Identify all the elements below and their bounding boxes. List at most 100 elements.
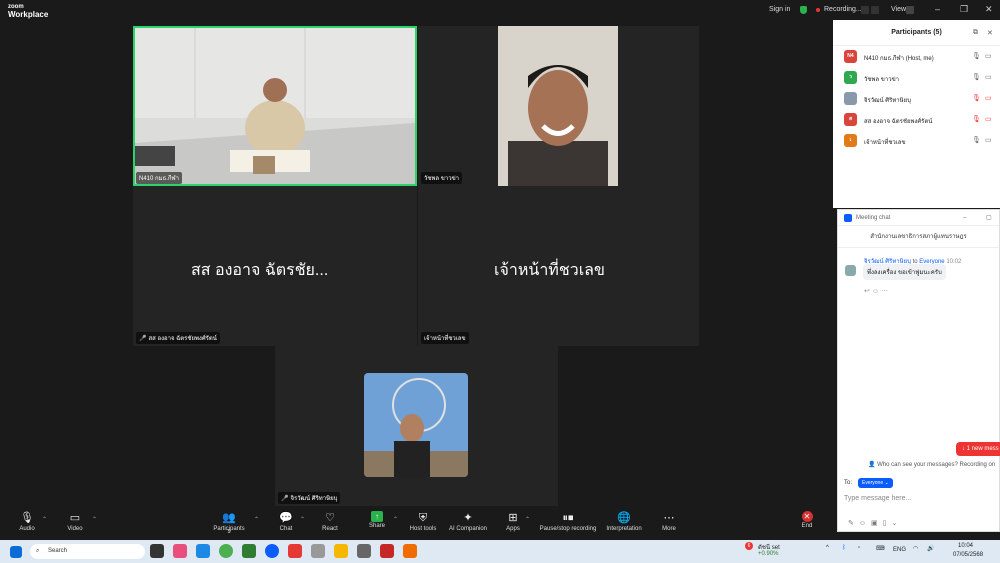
taskbar-search[interactable]: ⌕ Search [30, 544, 145, 559]
format-icon[interactable]: ✎ [848, 520, 859, 527]
file-explorer-icon[interactable] [334, 544, 348, 558]
participant-name: วัชพล ขาวข่า [864, 77, 900, 83]
usb-icon[interactable]: ▫ [858, 545, 860, 551]
clock-time[interactable]: 10:04 [958, 543, 973, 549]
video-camera-icon[interactable]: ▭ [985, 136, 992, 144]
video-tile-2[interactable]: วัชพล ขาวข่า [418, 26, 699, 186]
pause-recording-icon[interactable] [861, 6, 869, 14]
chat-input-tools: ✎☺▣▯⌄ [848, 519, 902, 527]
video-tile-host[interactable]: N410 กมธ.กีฬา [133, 26, 417, 186]
participant-name: N410 กมธ.กีฬา (Host, me) [864, 56, 934, 62]
participant-avatar [844, 92, 857, 105]
popout-icon[interactable]: ⧉ [973, 29, 978, 37]
line-icon[interactable] [242, 544, 256, 558]
microphone-icon[interactable]: 🎙 [972, 136, 981, 144]
video-tile-4[interactable]: เจ้าหน้าที่ชวเลข เจ้าหน้าที่ชวเลข [418, 186, 699, 346]
view-grid-icon[interactable] [906, 6, 914, 14]
apps-grid-icon: ⊞ [508, 512, 518, 524]
apps-options-chevron-icon[interactable]: ⌃ [525, 516, 530, 523]
sender-avatar [845, 265, 856, 276]
video-tile-3[interactable]: สส องอาจ ฉัตรชัย... 🎤 สส องอาจ ฉัตรชัยพงศ… [133, 186, 417, 346]
sign-in-link[interactable]: Sign in [769, 6, 790, 13]
participant-row[interactable]: N4 N410 กมธ.กีฬา (Host, me) 🎙 ▭ [833, 46, 1000, 67]
end-meeting-button[interactable]: ✕ End [777, 511, 837, 529]
edge-icon[interactable] [196, 544, 210, 558]
to-label: To: [844, 480, 853, 486]
mic-muted-icon[interactable]: 🎙 [972, 94, 981, 102]
chat-maximize-icon[interactable]: ▢ [986, 210, 992, 226]
zoom-icon[interactable] [265, 544, 279, 558]
microphone-icon: 🎙 [20, 512, 34, 524]
who-can-see-notice[interactable]: 👤 Who can see your messages? Recording o… [868, 461, 995, 468]
tile-name-host: N410 กมธ.กีฬา [136, 172, 183, 184]
recipient-dropdown[interactable]: Everyone ⌄ [858, 478, 893, 488]
microphone-icon[interactable]: 🎙 [972, 52, 981, 60]
chat-minimize-icon[interactable]: – [963, 210, 966, 226]
video-off-icon[interactable]: ▭ [985, 115, 992, 123]
windows-start-icon[interactable] [10, 546, 22, 558]
mic-muted-icon[interactable]: 🎙 [972, 115, 981, 123]
copilot-icon[interactable] [173, 544, 187, 558]
video-camera-icon[interactable]: ▭ [985, 73, 992, 81]
view-button[interactable]: View [891, 6, 906, 13]
volume-icon[interactable]: 🔊 [927, 545, 934, 552]
new-messages-button[interactable]: ↓ 1 new mess [956, 442, 1000, 456]
encryption-shield-icon[interactable] [800, 6, 807, 14]
wifi-icon[interactable]: ◠ [913, 545, 918, 552]
chrome-icon[interactable] [219, 544, 233, 558]
more-options-icon[interactable]: ⋯ [881, 288, 888, 295]
chat-message-input[interactable]: Type message here... [844, 495, 911, 502]
tray-chevron-icon[interactable]: ^ [826, 545, 829, 551]
participant-avatar: N4 [844, 50, 857, 63]
reply-icon[interactable]: ↩ [864, 288, 870, 295]
bluetooth-icon[interactable]: ᛒ [842, 545, 846, 551]
chat-header: Meeting chat – ▢ [838, 210, 999, 226]
language-indicator[interactable]: ENG [893, 547, 906, 553]
more-button[interactable]: ⋯ More [639, 511, 699, 532]
emoji-react-icon[interactable]: ☺ [872, 288, 879, 295]
participant-4-placeholder-name: เจ้าหน้าที่ชวเลข [494, 262, 605, 279]
screenshot-icon[interactable]: ▣ [871, 520, 883, 527]
acrobat-icon[interactable] [380, 544, 394, 558]
participants-button[interactable]: 👥5 Participants [199, 511, 259, 535]
stock-change: +0.90% [758, 551, 779, 557]
participant-row[interactable]: เ เจ้าหน้าที่ชวเลข 🎙 ▭ [833, 130, 1000, 151]
microphone-app-icon[interactable] [311, 544, 325, 558]
stop-recording-icon[interactable] [871, 6, 879, 14]
stock-badge: 6 [745, 542, 753, 550]
more-dots-icon: ⋯ [663, 512, 675, 524]
participant-avatar: ส [844, 113, 857, 126]
close-icon[interactable]: ✕ [985, 4, 993, 15]
video-camera-icon: ▭ [69, 512, 81, 524]
chat-subheader: สำนักงานเลขาธิการสภาผู้แทนราษฎร [838, 226, 999, 248]
title-bar: zoom Workplace Sign in Recording... View… [0, 0, 1000, 20]
calculator-icon[interactable] [357, 544, 371, 558]
red-app-icon[interactable] [288, 544, 302, 558]
microphone-icon[interactable]: 🎙 [972, 73, 981, 81]
host-video-frame [135, 28, 415, 184]
minimize-icon[interactable]: – [935, 4, 940, 14]
panel-close-icon[interactable]: ✕ [987, 29, 993, 37]
end-x-icon: ✕ [801, 511, 813, 522]
pause-stop-recording-button[interactable]: ⏸⏹ Pause/stop recording [533, 511, 603, 532]
emoji-icon[interactable]: ☺ [859, 520, 871, 527]
video-options-chevron-icon[interactable]: ⌃ [92, 516, 97, 523]
maximize-icon[interactable]: ❐ [960, 4, 968, 15]
tile-name-4: เจ้าหน้าที่ชวเลข [421, 332, 469, 344]
pause-stop-icon: ⏸⏹ [562, 512, 574, 524]
file-icon[interactable]: ▯ [883, 520, 892, 527]
video-tile-5[interactable]: 🎤 จิรวัฒน์ ศิริทาษิยบุ [275, 346, 558, 506]
video-camera-icon[interactable]: ▭ [985, 52, 992, 60]
message-bubble[interactable]: พึ่งลงเครื่อง ขอเข้าฟูมนะครับ [863, 264, 946, 280]
participant-row[interactable]: จิรวัฒน์ ศิริทาษิยบุ 🎙 ▭ [833, 88, 1000, 109]
participant-row[interactable]: ส สส องอาจ ฉัตรชัยพงศ์รัตน์ 🎙 ▭ [833, 109, 1000, 130]
video-off-icon[interactable]: ▭ [985, 94, 992, 102]
clock-date[interactable]: 07/05/2568 [953, 552, 983, 558]
participant-2-video [498, 26, 618, 186]
keyboard-icon[interactable]: ⌨ [876, 545, 885, 552]
participant-row[interactable]: ว วัชพล ขาวข่า 🎙 ▭ [833, 67, 1000, 88]
vlc-icon[interactable] [403, 544, 417, 558]
recording-dot-icon [816, 8, 820, 12]
task-view-icon[interactable] [150, 544, 164, 558]
chevron-down-icon[interactable]: ⌄ [892, 520, 903, 527]
